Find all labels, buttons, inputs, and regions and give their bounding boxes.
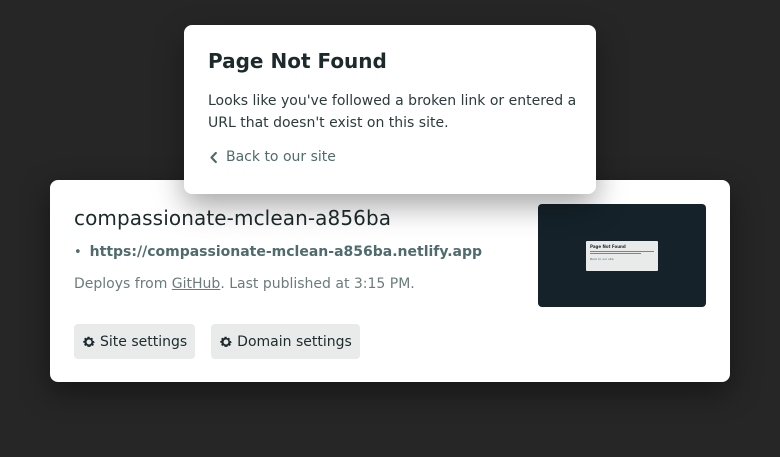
site-card: compassionate-mclean-a856ba • https://co…	[50, 180, 730, 382]
domain-settings-label: Domain settings	[237, 333, 352, 350]
gear-icon	[83, 336, 95, 347]
thumbnail-text-line	[590, 253, 642, 254]
site-preview-thumbnail[interactable]: Page Not Found Back to our site	[538, 204, 706, 307]
screen: compassionate-mclean-a856ba • https://co…	[0, 0, 780, 457]
domain-settings-button[interactable]: Domain settings	[211, 324, 360, 359]
gear-icon	[220, 336, 232, 347]
chevron-left-icon	[210, 151, 217, 163]
thumbnail-title: Page Not Found	[590, 244, 626, 249]
site-url-link[interactable]: https://compassionate-mclean-a856ba.netl…	[90, 244, 482, 260]
github-link[interactable]: GitHub	[172, 276, 221, 292]
site-url-row: • https://compassionate-mclean-a856ba.ne…	[74, 244, 482, 260]
deploy-prefix: Deploys from	[74, 276, 172, 292]
site-settings-button[interactable]: Site settings	[74, 324, 196, 359]
page-not-found-card: Page Not Found Looks like you've followe…	[184, 25, 596, 194]
thumbnail-text-line	[590, 251, 654, 252]
back-to-site-label: Back to our site	[226, 149, 336, 165]
site-settings-label: Site settings	[100, 333, 188, 350]
back-to-site-link[interactable]: Back to our site	[210, 149, 336, 165]
thumbnail-link: Back to our site	[590, 257, 614, 261]
deploy-suffix: . Last published at 3:15 PM.	[220, 276, 415, 292]
deploy-info: Deploys from GitHub. Last published at 3…	[74, 276, 415, 292]
settings-button-row: Site settings Domain settings	[74, 324, 360, 359]
site-name[interactable]: compassionate-mclean-a856ba	[74, 206, 391, 230]
bullet-icon: •	[74, 244, 82, 260]
not-found-message: Looks like you've followed a broken link…	[208, 93, 577, 131]
page-title: Page Not Found	[208, 49, 387, 73]
thumbnail-card: Page Not Found Back to our site	[586, 241, 658, 271]
